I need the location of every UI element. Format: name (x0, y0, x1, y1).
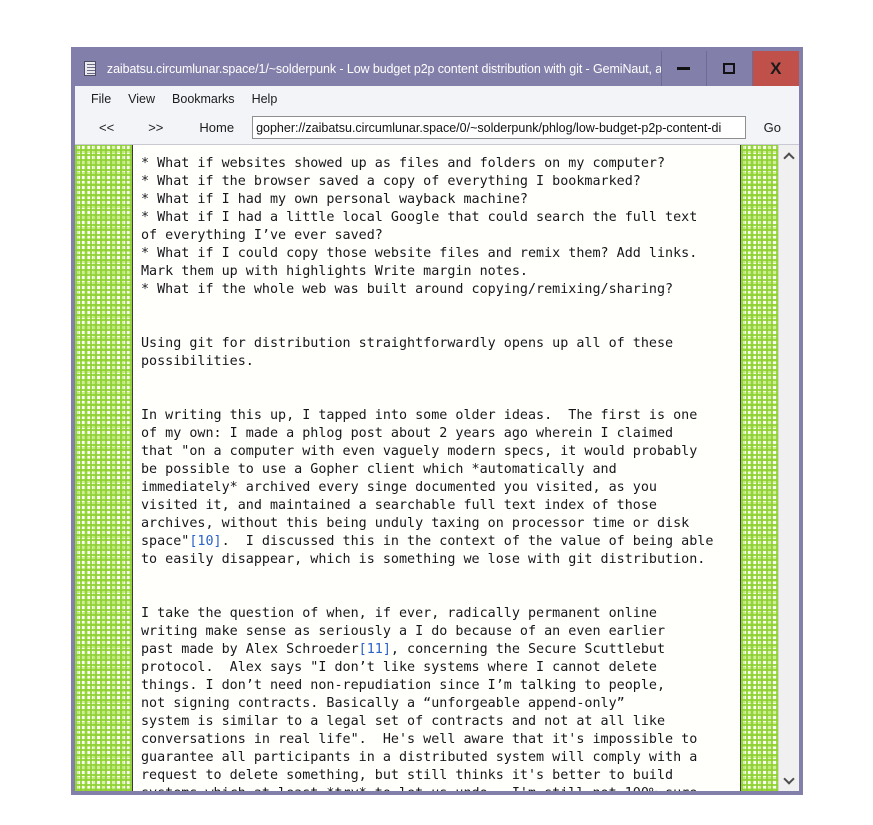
document-line: immediately* archived every singe docume… (141, 480, 657, 495)
menu-bar: File View Bookmarks Help (75, 86, 799, 111)
document-line: of my own: I made a phlog post about 2 y… (141, 426, 674, 441)
document-link[interactable]: [10] (189, 534, 221, 549)
document-line: * What if I had my own personal wayback … (141, 192, 528, 207)
title-bar: zaibatsu.circumlunar.space/1/~solderpunk… (75, 51, 800, 86)
document-line: Mark them up with highlights Write margi… (141, 264, 528, 279)
window-title: zaibatsu.circumlunar.space/1/~solderpunk… (106, 61, 661, 76)
content-area: * What if websites showed up as files an… (75, 144, 799, 791)
document-line: things. I don’t need non-repudiation sin… (141, 678, 666, 693)
document-line: be possible to use a Gopher client which… (141, 462, 617, 477)
navigation-toolbar: << >> Home Go (75, 111, 799, 144)
home-button[interactable]: Home (193, 117, 240, 138)
document-line: * What if the browser saved a copy of ev… (141, 174, 641, 189)
decorative-left-margin (75, 145, 133, 791)
document-viewport: * What if websites showed up as files an… (133, 145, 740, 791)
document-line: possibilities. (141, 354, 254, 369)
document-link[interactable]: [11] (359, 642, 391, 657)
document-icon (75, 51, 100, 86)
scroll-down-button[interactable] (779, 769, 800, 791)
document-line: that "on a computer with even vaguely mo… (141, 444, 698, 459)
document-line: space"[10]. I discussed this in the cont… (141, 534, 714, 549)
close-button[interactable]: X (751, 51, 800, 86)
document-line: archives, without this being unduly taxi… (141, 516, 690, 531)
document-line: past made by Alex Schroeder[11], concern… (141, 642, 666, 657)
chevron-up-icon (783, 151, 795, 164)
maximize-button[interactable] (706, 51, 752, 86)
minimize-icon (677, 67, 691, 70)
document-line: system is similar to a legal set of cont… (141, 714, 666, 729)
back-button[interactable]: << (93, 117, 120, 138)
document-line: I take the question of when, if ever, ra… (141, 606, 657, 621)
browser-window: zaibatsu.circumlunar.space/1/~solderpunk… (71, 47, 803, 795)
close-icon: X (770, 59, 782, 78)
document-line: guarantee all participants in a distribu… (141, 750, 698, 765)
decorative-right-margin (740, 145, 778, 791)
document-line: to easily disappear, which is something … (141, 552, 706, 567)
forward-button[interactable]: >> (142, 117, 169, 138)
document-line: of everything I’ve ever saved? (141, 228, 383, 243)
document-line: systems which at least *try* to let us u… (141, 786, 697, 791)
document-line: * What if I had a little local Google th… (141, 210, 698, 225)
document-line: not signing contracts. Basically a “unfo… (141, 696, 625, 711)
chevron-down-icon (783, 772, 795, 785)
document-line: Using git for distribution straightforwa… (141, 336, 674, 351)
document-line: * What if the whole web was built around… (141, 282, 674, 297)
document-line: request to delete something, but still t… (141, 768, 674, 783)
document-line: protocol. Alex says "I don’t like system… (141, 660, 657, 675)
address-input[interactable] (252, 116, 746, 139)
document-line: conversations in real life". He's well a… (141, 732, 698, 747)
scrollbar-track[interactable] (778, 167, 799, 769)
document-line: * What if websites showed up as files an… (141, 156, 666, 171)
go-button[interactable]: Go (758, 117, 787, 138)
menu-item-help[interactable]: Help (244, 90, 287, 108)
vertical-scrollbar[interactable] (778, 145, 799, 791)
document-line: In writing this up, I tapped into some o… (141, 408, 698, 423)
menu-item-view[interactable]: View (120, 90, 164, 108)
document-line: * What if I could copy those website fil… (141, 246, 698, 261)
scroll-up-button[interactable] (779, 145, 800, 167)
document-line: writing make sense as seriously a I do b… (141, 624, 666, 639)
document-line: visited it, and maintained a searchable … (141, 498, 657, 513)
menu-item-bookmarks[interactable]: Bookmarks (164, 90, 244, 108)
minimize-button[interactable] (660, 51, 707, 86)
document-text: * What if websites showed up as files an… (141, 155, 740, 791)
menu-item-file[interactable]: File (83, 90, 120, 108)
maximize-icon (723, 63, 736, 74)
